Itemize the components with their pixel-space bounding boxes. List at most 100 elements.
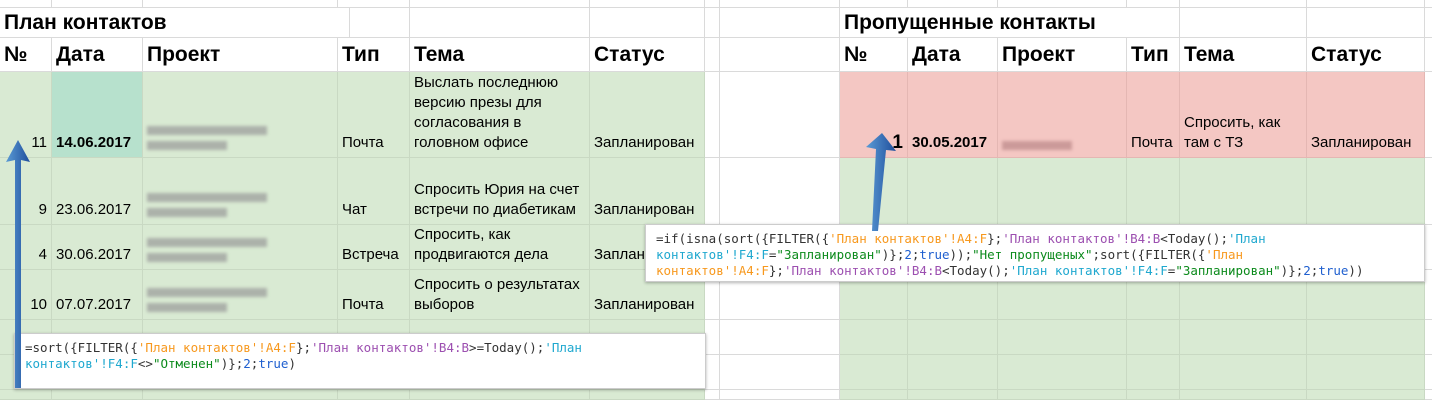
cell[interactable]	[1425, 390, 1432, 400]
cell[interactable]	[705, 158, 720, 225]
cell[interactable]	[720, 158, 840, 225]
cell[interactable]	[705, 320, 720, 355]
right-row-date[interactable]: 30.05.2017	[908, 72, 998, 158]
cell[interactable]	[720, 0, 840, 8]
right-header-status[interactable]: Статус	[1307, 38, 1425, 72]
left-row-project[interactable]	[143, 158, 338, 225]
cell[interactable]	[1127, 390, 1180, 400]
left-row-type[interactable]: Чат	[338, 158, 410, 225]
left-row-date[interactable]: 30.06.2017	[52, 225, 143, 270]
cell[interactable]	[0, 390, 52, 400]
cell[interactable]	[1180, 158, 1307, 225]
cell[interactable]	[590, 390, 705, 400]
left-header-status[interactable]: Статус	[590, 38, 705, 72]
cell[interactable]	[908, 390, 998, 400]
right-header-type[interactable]: Тип	[1127, 38, 1180, 72]
cell[interactable]	[705, 8, 720, 38]
cell[interactable]	[338, 8, 410, 38]
cell[interactable]	[908, 320, 998, 355]
cell[interactable]	[998, 355, 1127, 390]
cell[interactable]	[1180, 8, 1307, 38]
cell[interactable]	[410, 8, 590, 38]
cell[interactable]	[1180, 320, 1307, 355]
cell[interactable]	[998, 390, 1127, 400]
cell[interactable]	[1425, 320, 1432, 355]
cell[interactable]	[720, 320, 840, 355]
cell[interactable]	[720, 355, 840, 390]
cell[interactable]	[52, 390, 143, 400]
cell[interactable]	[1127, 320, 1180, 355]
cell[interactable]	[908, 355, 998, 390]
cell[interactable]	[705, 355, 720, 390]
cell[interactable]	[1307, 390, 1425, 400]
left-row-date[interactable]: 23.06.2017	[52, 158, 143, 225]
right-header-topic[interactable]: Тема	[1180, 38, 1307, 72]
cell[interactable]	[143, 0, 338, 8]
cell[interactable]	[1180, 355, 1307, 390]
cell[interactable]	[705, 0, 720, 8]
cell[interactable]	[720, 8, 840, 38]
cell[interactable]	[1425, 38, 1432, 72]
cell[interactable]	[1127, 0, 1180, 8]
cell[interactable]	[1307, 158, 1425, 225]
cell[interactable]	[720, 38, 840, 72]
cell[interactable]	[1127, 8, 1180, 38]
cell[interactable]	[1425, 225, 1432, 270]
left-header-type[interactable]: Тип	[338, 38, 410, 72]
cell[interactable]	[1127, 355, 1180, 390]
cell[interactable]	[1180, 390, 1307, 400]
cell[interactable]	[1425, 72, 1432, 158]
cell[interactable]	[590, 8, 705, 38]
left-row-status[interactable]: Запланирован	[590, 72, 705, 158]
left-row-project[interactable]	[143, 72, 338, 158]
left-header-num[interactable]: №	[0, 38, 52, 72]
cell[interactable]	[720, 390, 840, 400]
cell[interactable]	[998, 158, 1127, 225]
cell[interactable]	[720, 72, 840, 158]
cell[interactable]	[840, 390, 908, 400]
cell[interactable]	[52, 0, 143, 8]
left-row-type[interactable]: Почта	[338, 270, 410, 320]
left-header-project[interactable]: Проект	[143, 38, 338, 72]
cell[interactable]	[840, 0, 908, 8]
cell[interactable]	[143, 390, 338, 400]
cell[interactable]	[0, 0, 52, 8]
cell[interactable]	[908, 158, 998, 225]
cell[interactable]	[1127, 158, 1180, 225]
cell[interactable]	[338, 390, 410, 400]
left-row-topic[interactable]: Спросить, как продвигаются дела	[410, 225, 590, 270]
cell[interactable]	[1307, 320, 1425, 355]
cell[interactable]	[705, 72, 720, 158]
left-row-date[interactable]: 07.07.2017	[52, 270, 143, 320]
cell[interactable]	[590, 0, 705, 8]
cell[interactable]	[705, 38, 720, 72]
right-header-project[interactable]: Проект	[998, 38, 1127, 72]
left-row-topic[interactable]: Спросить о результатах выборов	[410, 270, 590, 320]
cell[interactable]	[1425, 158, 1432, 225]
cell[interactable]	[1307, 8, 1425, 38]
right-row-topic[interactable]: Спросить, как там с ТЗ	[1180, 72, 1307, 158]
cell[interactable]	[840, 355, 908, 390]
left-row-date[interactable]: 14.06.2017	[52, 72, 143, 158]
cell[interactable]	[840, 320, 908, 355]
cell[interactable]	[705, 390, 720, 400]
right-row-type[interactable]: Почта	[1127, 72, 1180, 158]
right-header-date[interactable]: Дата	[908, 38, 998, 72]
cell[interactable]	[1425, 0, 1432, 8]
cell[interactable]	[1307, 0, 1425, 8]
left-row-topic[interactable]: Спросить Юрия на счет встречи по диабети…	[410, 158, 590, 225]
cell[interactable]	[998, 0, 1127, 8]
left-header-topic[interactable]: Тема	[410, 38, 590, 72]
right-row-project[interactable]	[998, 72, 1127, 158]
cell[interactable]	[1425, 355, 1432, 390]
cell[interactable]	[908, 0, 998, 8]
left-row-topic[interactable]: Выслать последнюю версию презы для согла…	[410, 72, 590, 158]
left-row-project[interactable]	[143, 225, 338, 270]
right-header-num[interactable]: №	[840, 38, 908, 72]
left-header-date[interactable]: Дата	[52, 38, 143, 72]
cell[interactable]	[410, 0, 590, 8]
cell[interactable]	[1425, 8, 1432, 38]
cell[interactable]	[1425, 270, 1432, 320]
cell[interactable]	[1307, 355, 1425, 390]
cell[interactable]	[998, 320, 1127, 355]
